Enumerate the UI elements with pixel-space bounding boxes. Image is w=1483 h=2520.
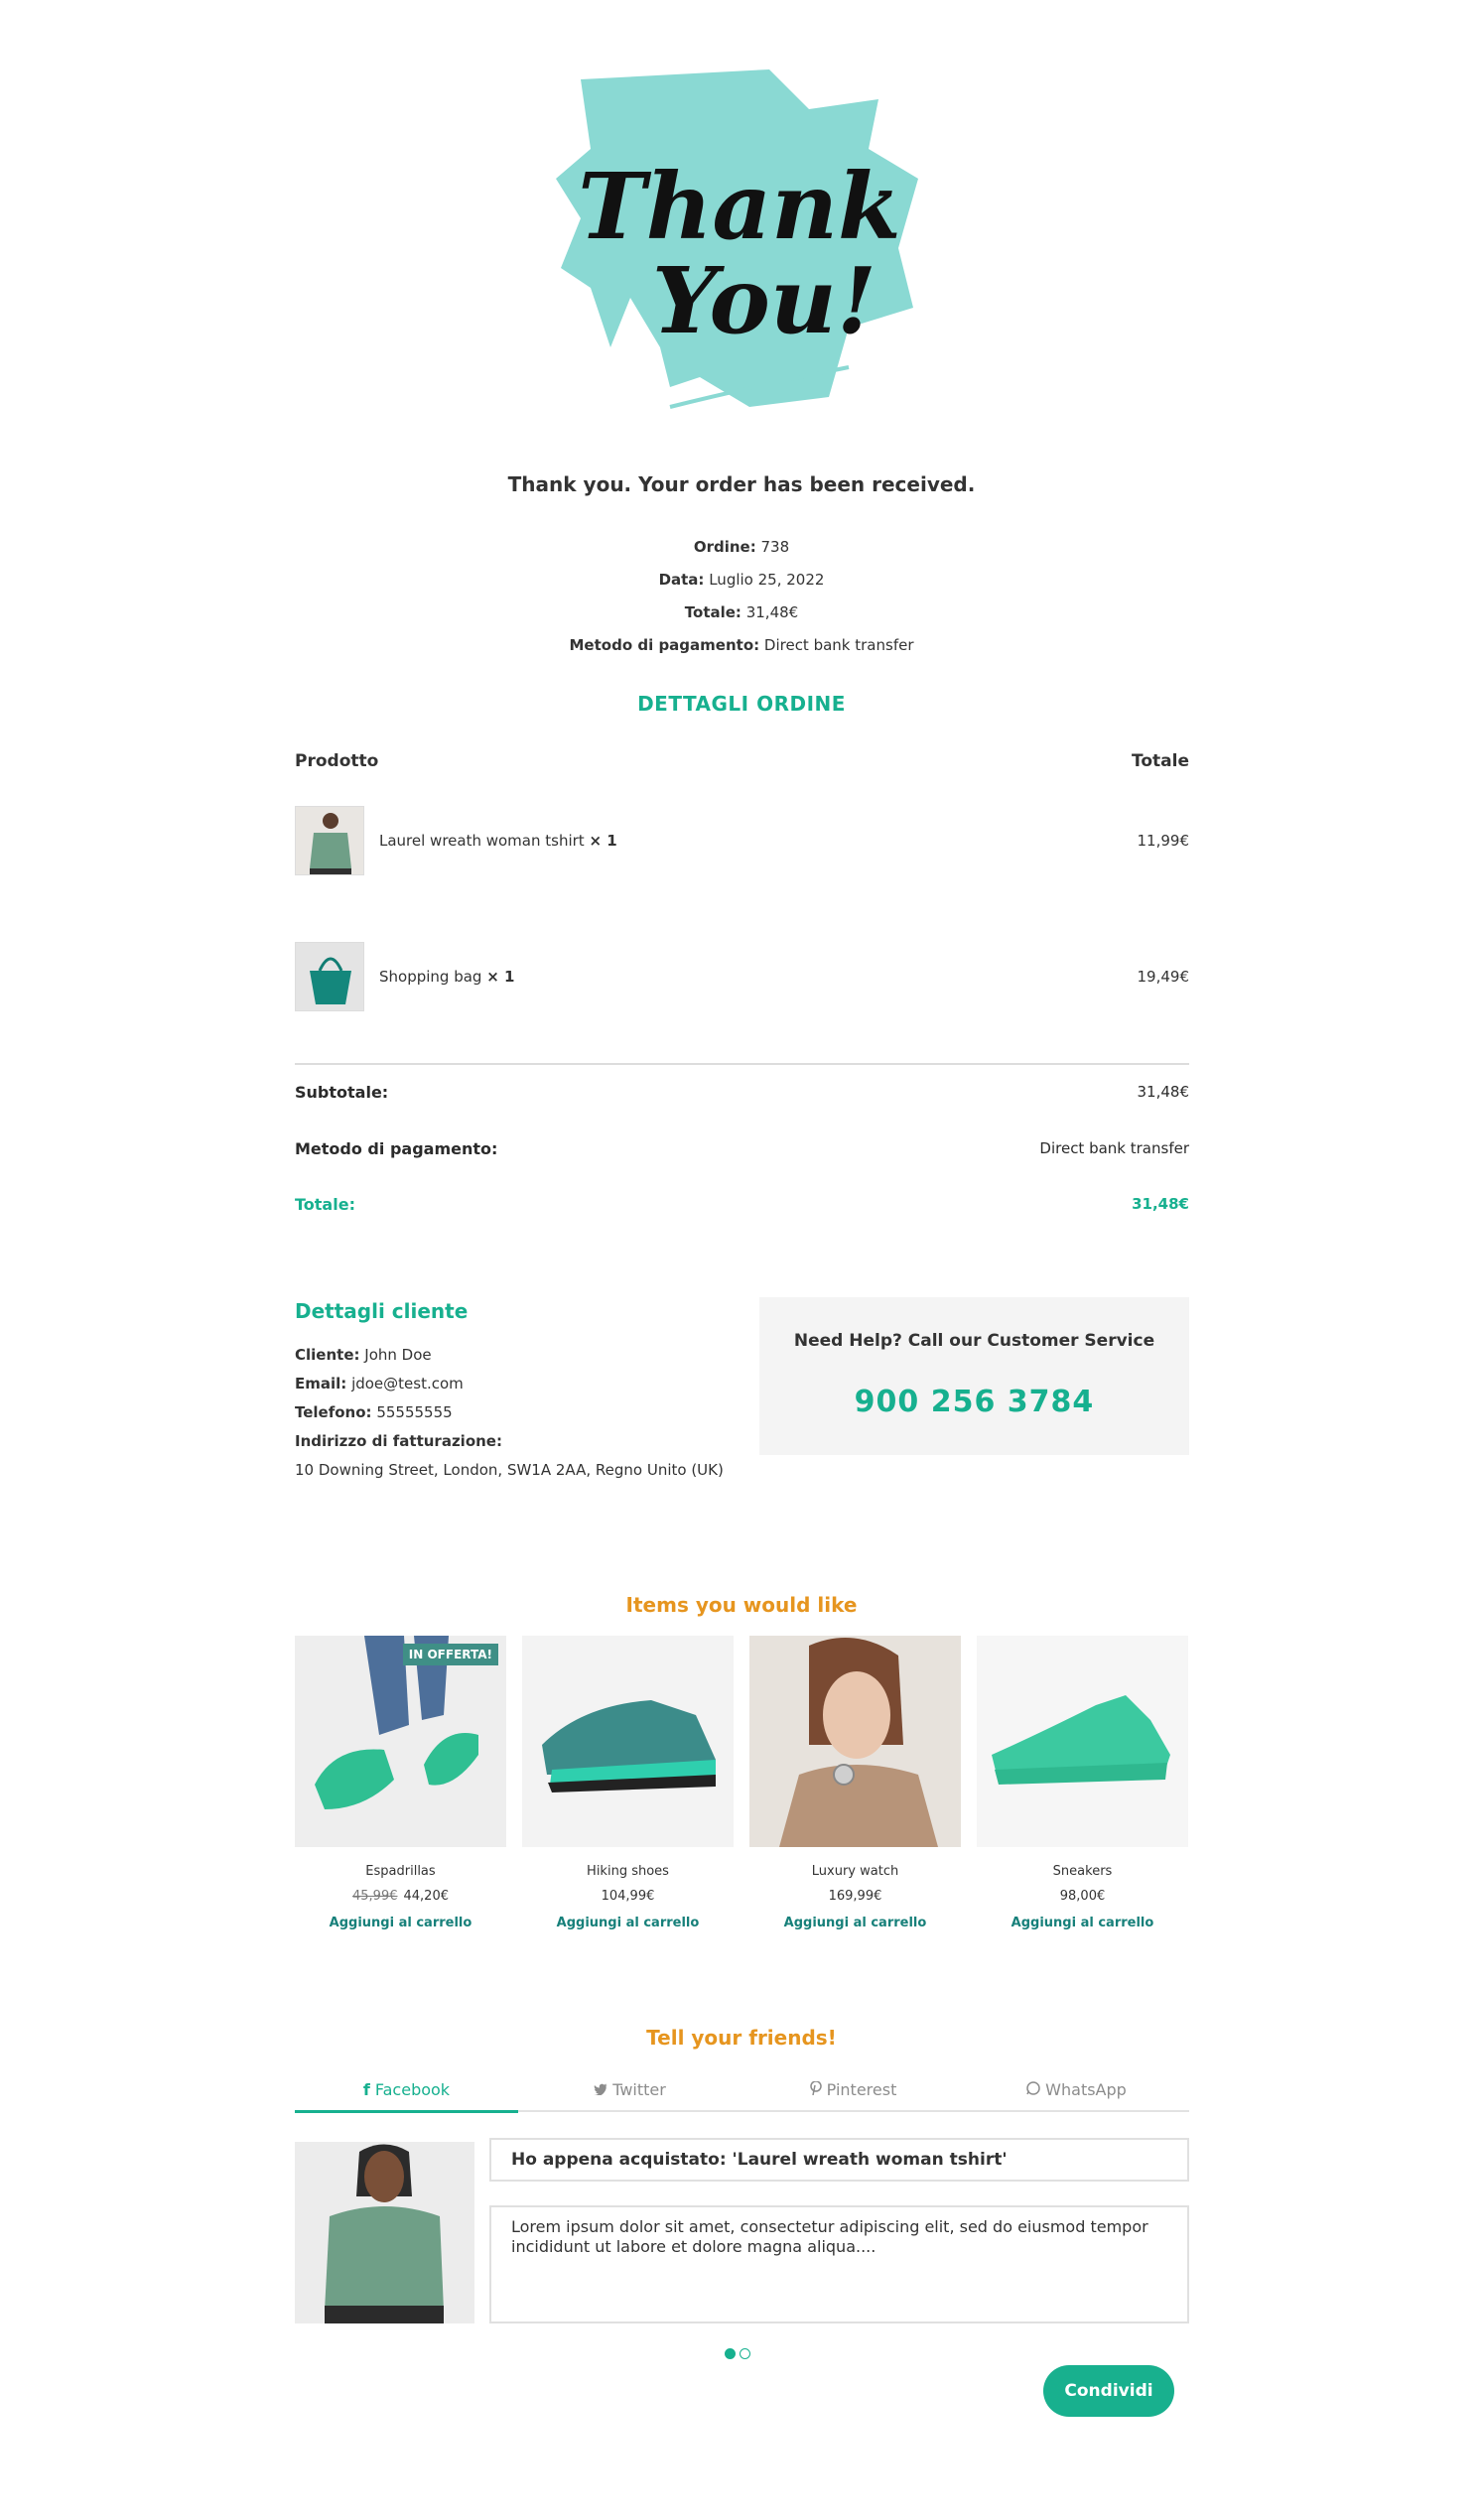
add-to-cart-button[interactable]: Aggiungi al carrello	[977, 1916, 1188, 1930]
tab-pinterest[interactable]: Pinterest	[742, 2076, 965, 2112]
order-item-row: Laurel wreath woman tshirt × 1 11,99€	[295, 806, 1189, 877]
product-price: 45,99€ 44,20€	[352, 1889, 449, 1904]
share-message-field[interactable]: Lorem ipsum dolor sit amet, consectetur …	[489, 2205, 1189, 2323]
sale-badge: IN OFFERTA!	[402, 1644, 498, 1665]
tab-facebook[interactable]: f Facebook	[295, 2076, 518, 2113]
share-post-title-field[interactable]: Ho appena acquistato: 'Laurel wreath wom…	[489, 2138, 1189, 2182]
confirmation-message: Thank you. Your order has been received.	[507, 472, 976, 496]
order-item-name: Laurel wreath woman tshirt × 1	[379, 832, 617, 850]
shared-product-image	[295, 2142, 474, 2323]
subtotal-value: 31,48€	[1137, 1083, 1190, 1101]
carousel-dots	[725, 2344, 754, 2363]
logo-line2: You!	[652, 247, 876, 354]
product-card: Sneakers 98,00€ Aggiungi al carrello	[977, 1636, 1188, 1930]
product-name: Luxury watch	[811, 1864, 899, 1879]
payment-method-label: Metodo di pagamento:	[295, 1139, 498, 1158]
product-name: Espadrillas	[365, 1864, 436, 1879]
recommendations-title: Items you would like	[625, 1593, 858, 1617]
order-payment-method: Metodo di pagamento: Direct bank transfe…	[569, 636, 914, 654]
customer-name: Cliente: John Doe	[295, 1346, 432, 1364]
product-name: Hiking shoes	[587, 1864, 669, 1879]
column-header-total: Totale	[1132, 751, 1189, 771]
help-title: Need Help? Call our Customer Service	[793, 1331, 1155, 1351]
share-tabs: f Facebook Twitter Pinterest WhatsApp	[295, 2076, 1189, 2113]
carousel-dot[interactable]	[725, 2348, 736, 2359]
order-item-price: 19,49€	[1137, 968, 1190, 986]
add-to-cart-button[interactable]: Aggiungi al carrello	[295, 1916, 506, 1930]
thank-you-logo: Thank You!	[551, 69, 933, 437]
product-price: 104,99€	[601, 1889, 655, 1904]
subtotal-label: Subtotale:	[295, 1083, 389, 1102]
luxury-watch-image[interactable]	[749, 1636, 961, 1847]
espadrillas-image[interactable]: IN OFFERTA!	[295, 1636, 506, 1847]
product-card: IN OFFERTA! Espadrillas 45,99€ 44,20€ Agg…	[295, 1636, 506, 1930]
logo-line1: Thank	[578, 153, 901, 260]
add-to-cart-button[interactable]: Aggiungi al carrello	[749, 1916, 961, 1930]
order-item-row: Shopping bag × 1 19,49€	[295, 942, 1189, 1013]
product-card: Hiking shoes 104,99€ Aggiungi al carrell…	[522, 1636, 734, 1930]
help-box: Need Help? Call our Customer Service 900…	[759, 1297, 1189, 1455]
billing-address-label: Indirizzo di fatturazione:	[295, 1432, 502, 1450]
total-value: 31,48€	[1132, 1195, 1189, 1213]
tab-twitter[interactable]: Twitter	[518, 2076, 742, 2112]
summary-divider	[295, 1063, 1189, 1065]
share-button[interactable]: Condividi	[1043, 2365, 1174, 2417]
share-title: Tell your friends!	[646, 2026, 837, 2050]
add-to-cart-button[interactable]: Aggiungi al carrello	[522, 1916, 734, 1930]
customer-email: Email: jdoe@test.com	[295, 1375, 464, 1393]
payment-method-value: Direct bank transfer	[1039, 1139, 1189, 1157]
hiking-shoes-image[interactable]	[522, 1636, 734, 1847]
bag-thumbnail[interactable]	[295, 942, 364, 1011]
pinterest-icon	[809, 2076, 822, 2104]
product-card: Luxury watch 169,99€ Aggiungi al carrell…	[749, 1636, 961, 1930]
tab-whatsapp[interactable]: WhatsApp	[965, 2076, 1188, 2112]
order-number: Ordine: 738	[693, 538, 790, 556]
carousel-dot[interactable]	[740, 2348, 750, 2359]
billing-address: 10 Downing Street, London, SW1A 2AA, Reg…	[295, 1461, 724, 1479]
customer-details-title: Dettagli cliente	[295, 1299, 469, 1323]
order-details-title: DETTAGLI ORDINE	[637, 692, 846, 716]
whatsapp-icon	[1026, 2076, 1040, 2104]
order-total: Totale: 31,48€	[684, 603, 799, 621]
product-price: 98,00€	[1059, 1889, 1106, 1904]
order-date: Data: Luglio 25, 2022	[658, 571, 825, 589]
twitter-icon	[594, 2076, 608, 2104]
total-label: Totale:	[295, 1195, 355, 1214]
product-name: Sneakers	[1052, 1864, 1113, 1879]
order-item-name: Shopping bag × 1	[379, 968, 515, 986]
order-item-price: 11,99€	[1137, 832, 1190, 850]
tshirt-thumbnail[interactable]	[295, 806, 364, 875]
help-phone-number[interactable]: 900 256 3784	[759, 1385, 1189, 1419]
column-header-product: Prodotto	[295, 751, 379, 771]
customer-phone: Telefono: 55555555	[295, 1403, 453, 1421]
product-price: 169,99€	[828, 1889, 882, 1904]
facebook-icon: f	[362, 2080, 370, 2099]
sneakers-image[interactable]	[977, 1636, 1188, 1847]
